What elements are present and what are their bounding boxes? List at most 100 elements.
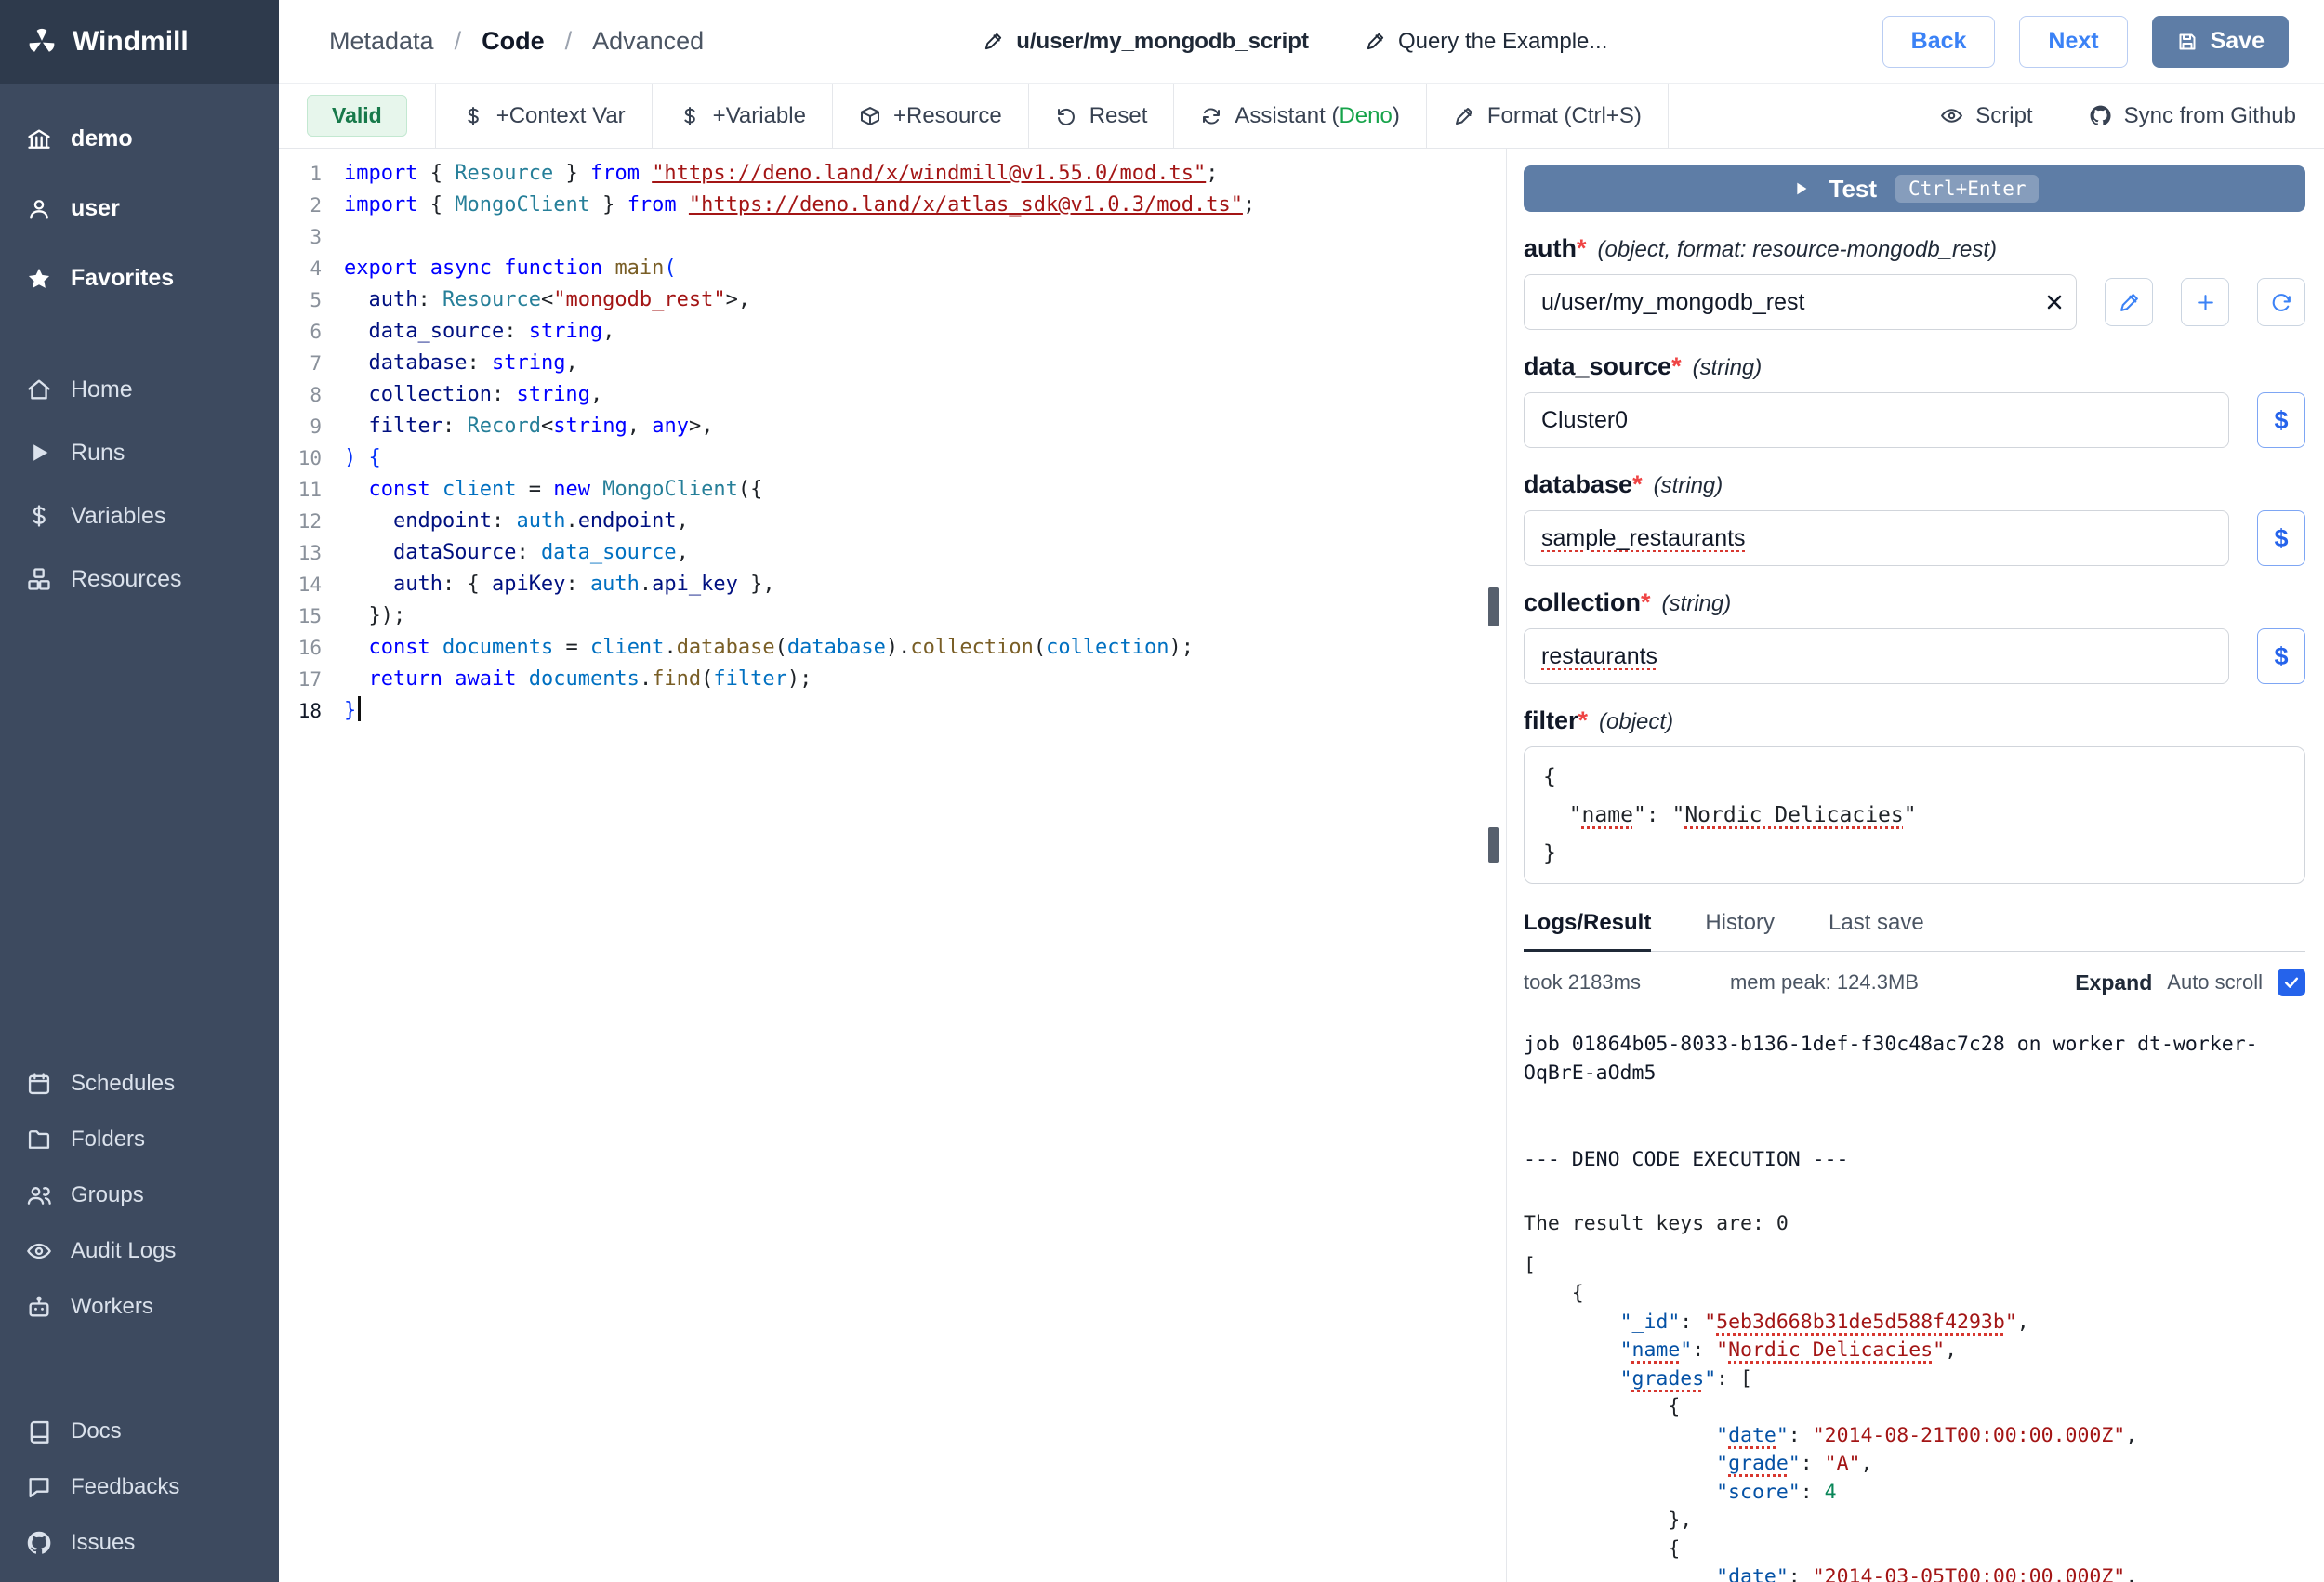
result-line: "_id": "5eb3d668b31de5d588f4293b", (1524, 1309, 2305, 1338)
valid-badge: Valid (307, 95, 407, 137)
code-line-1[interactable]: 1import { Resource } from "https://deno.… (279, 158, 1506, 190)
editor-scrollbar-mark[interactable] (1488, 827, 1499, 863)
sidebar-item-schedules[interactable]: Schedules (0, 1056, 279, 1112)
package-icon (859, 105, 881, 127)
next-button[interactable]: Next (2019, 16, 2127, 68)
edit-resource-button[interactable] (2105, 278, 2153, 326)
test-button[interactable]: Test Ctrl+Enter (1524, 165, 2305, 212)
toolbar-format-ctrl-s[interactable]: Format (Ctrl+S) (1427, 84, 1669, 148)
result-line: { (1524, 1393, 2305, 1422)
editor-scrollbar-mark[interactable] (1488, 587, 1499, 626)
data-source-var-button[interactable]: $ (2257, 392, 2305, 448)
log-line: job 01864b05-8033-b136-1def-f30c48ac7c28… (1524, 1030, 2305, 1059)
code-line-7[interactable]: 7 database: string, (279, 348, 1506, 379)
script-summary-chip[interactable]: Query the Example... (1365, 29, 1607, 55)
script-path-chip[interactable]: u/user/my_mongodb_script (983, 29, 1309, 55)
database-var-button[interactable]: $ (2257, 510, 2305, 566)
toolbar-item-label: +Resource (893, 103, 1002, 129)
toolbar-assistant-deno[interactable]: Assistant (Deno) (1174, 84, 1426, 148)
breadcrumb-advanced[interactable]: Advanced (592, 27, 704, 56)
toolbar-reset[interactable]: Reset (1029, 84, 1175, 148)
top-header: Metadata/Code/Advanced u/user/my_mongodb… (279, 0, 2324, 84)
toolbar-script[interactable]: Script (1912, 84, 2060, 148)
sidebar-item-folders[interactable]: Folders (0, 1112, 279, 1167)
code-line-9[interactable]: 9 filter: Record<string, any>, (279, 411, 1506, 442)
workspace-logo[interactable]: Windmill (0, 0, 279, 84)
collection-var-button[interactable]: $ (2257, 628, 2305, 684)
sidebar-item-audit-logs[interactable]: Audit Logs (0, 1223, 279, 1279)
code-line-16[interactable]: 16 const documents = client.database(dat… (279, 632, 1506, 664)
code-line-10[interactable]: 10) { (279, 442, 1506, 474)
sidebar-item-favorites[interactable]: Favorites (0, 244, 279, 313)
code-line-18[interactable]: 18} (279, 695, 1506, 727)
header-buttons: Back Next Save (1882, 16, 2289, 68)
sidebar-item-docs[interactable]: Docs (0, 1404, 279, 1459)
line-number: 10 (279, 442, 344, 474)
tab-logs-result[interactable]: Logs/Result (1524, 910, 1651, 952)
tab-last-save[interactable]: Last save (1829, 910, 1924, 951)
expand-logs-button[interactable]: Expand (2075, 970, 2152, 995)
data-source-input[interactable] (1524, 392, 2229, 448)
code-line-14[interactable]: 14 auth: { apiKey: auth.api_key }, (279, 569, 1506, 600)
collection-input[interactable] (1524, 628, 2229, 684)
code-line-17[interactable]: 17 return await documents.find(filter); (279, 664, 1506, 695)
toolbar-resource[interactable]: +Resource (833, 84, 1029, 148)
tab-history[interactable]: History (1705, 910, 1775, 951)
sidebar-item-resources[interactable]: Resources (0, 547, 279, 611)
code-line-3[interactable]: 3 (279, 221, 1506, 253)
breadcrumb-code[interactable]: Code (482, 27, 545, 56)
code-line-6[interactable]: 6 data_source: string, (279, 316, 1506, 348)
code-line-4[interactable]: 4export async function main( (279, 253, 1506, 284)
back-button[interactable]: Back (1882, 16, 1996, 68)
dollar-icon (679, 105, 701, 127)
code-line-13[interactable]: 13 dataSource: data_source, (279, 537, 1506, 569)
refresh-resource-button[interactable] (2257, 278, 2305, 326)
sidebar-item-label: Feedbacks (71, 1474, 179, 1500)
line-number: 1 (279, 158, 344, 190)
toolbar-variable[interactable]: +Variable (653, 84, 833, 148)
save-button[interactable]: Save (2152, 16, 2289, 68)
sidebar-item-issues[interactable]: Issues (0, 1515, 279, 1571)
add-resource-button[interactable] (2181, 278, 2229, 326)
field-data-source-label: data_source* (string) (1524, 352, 2305, 381)
code-line-8[interactable]: 8 collection: string, (279, 379, 1506, 411)
result-line: [ (1524, 1252, 2305, 1281)
filter-json-editor[interactable]: { "name": "Nordic Delicacies"} (1524, 746, 2305, 884)
job-log-output: job 01864b05-8033-b136-1def-f30c48ac7c28… (1524, 1030, 2305, 1174)
sidebar-workspace-group: demouserFavorites (0, 104, 279, 313)
sidebar-item-home[interactable]: Home (0, 358, 279, 421)
sidebar-item-runs[interactable]: Runs (0, 421, 279, 484)
toolbar-context-var[interactable]: +Context Var (436, 84, 653, 148)
sidebar-item-variables[interactable]: Variables (0, 484, 279, 547)
code-line-2[interactable]: 2import { MongoClient } from "https://de… (279, 190, 1506, 221)
run-status-bar: took 2183ms mem peak: 124.3MB Expand Aut… (1524, 969, 2305, 996)
code-line-15[interactable]: 15 }); (279, 600, 1506, 632)
sidebar-item-demo[interactable]: demo (0, 104, 279, 174)
sidebar-item-groups[interactable]: Groups (0, 1167, 279, 1223)
sidebar-item-feedbacks[interactable]: Feedbacks (0, 1459, 279, 1515)
result-line: The result keys are: 0 (1524, 1210, 2305, 1239)
toolbar-sync-from-github[interactable]: Sync from Github (2061, 84, 2324, 148)
windmill-app: Windmill demouserFavorites HomeRunsVaria… (0, 0, 2324, 1582)
clear-resource-button[interactable] (2043, 291, 2066, 313)
sidebar-item-user[interactable]: user (0, 174, 279, 244)
auto-scroll-checkbox[interactable] (2278, 969, 2305, 996)
content-split: 1import { Resource } from "https://deno.… (279, 149, 2324, 1582)
line-number: 2 (279, 190, 344, 221)
field-auth: auth* (object, format: resource-mongodb_… (1524, 234, 2305, 330)
code-editor[interactable]: 1import { Resource } from "https://deno.… (279, 149, 1507, 1582)
calendar-icon (26, 1071, 52, 1097)
sidebar-item-label: Issues (71, 1530, 135, 1556)
run-duration: took 2183ms (1524, 970, 1641, 995)
code-line-12[interactable]: 12 endpoint: auth.endpoint, (279, 506, 1506, 537)
auth-resource-input[interactable] (1524, 274, 2077, 330)
database-input[interactable] (1524, 510, 2229, 566)
breadcrumb-metadata[interactable]: Metadata (329, 27, 434, 56)
field-filter: filter* (object) { "name": "Nordic Delic… (1524, 706, 2305, 884)
sidebar-secondary-nav: SchedulesFoldersGroupsAudit LogsWorkers (0, 1056, 279, 1335)
toolbar-item-label: Reset (1089, 103, 1148, 129)
sidebar-item-workers[interactable]: Workers (0, 1279, 279, 1335)
code-line-5[interactable]: 5 auth: Resource<"mongodb_rest">, (279, 284, 1506, 316)
code-line-11[interactable]: 11 const client = new MongoClient({ (279, 474, 1506, 506)
result-line: }, (1524, 1507, 2305, 1536)
